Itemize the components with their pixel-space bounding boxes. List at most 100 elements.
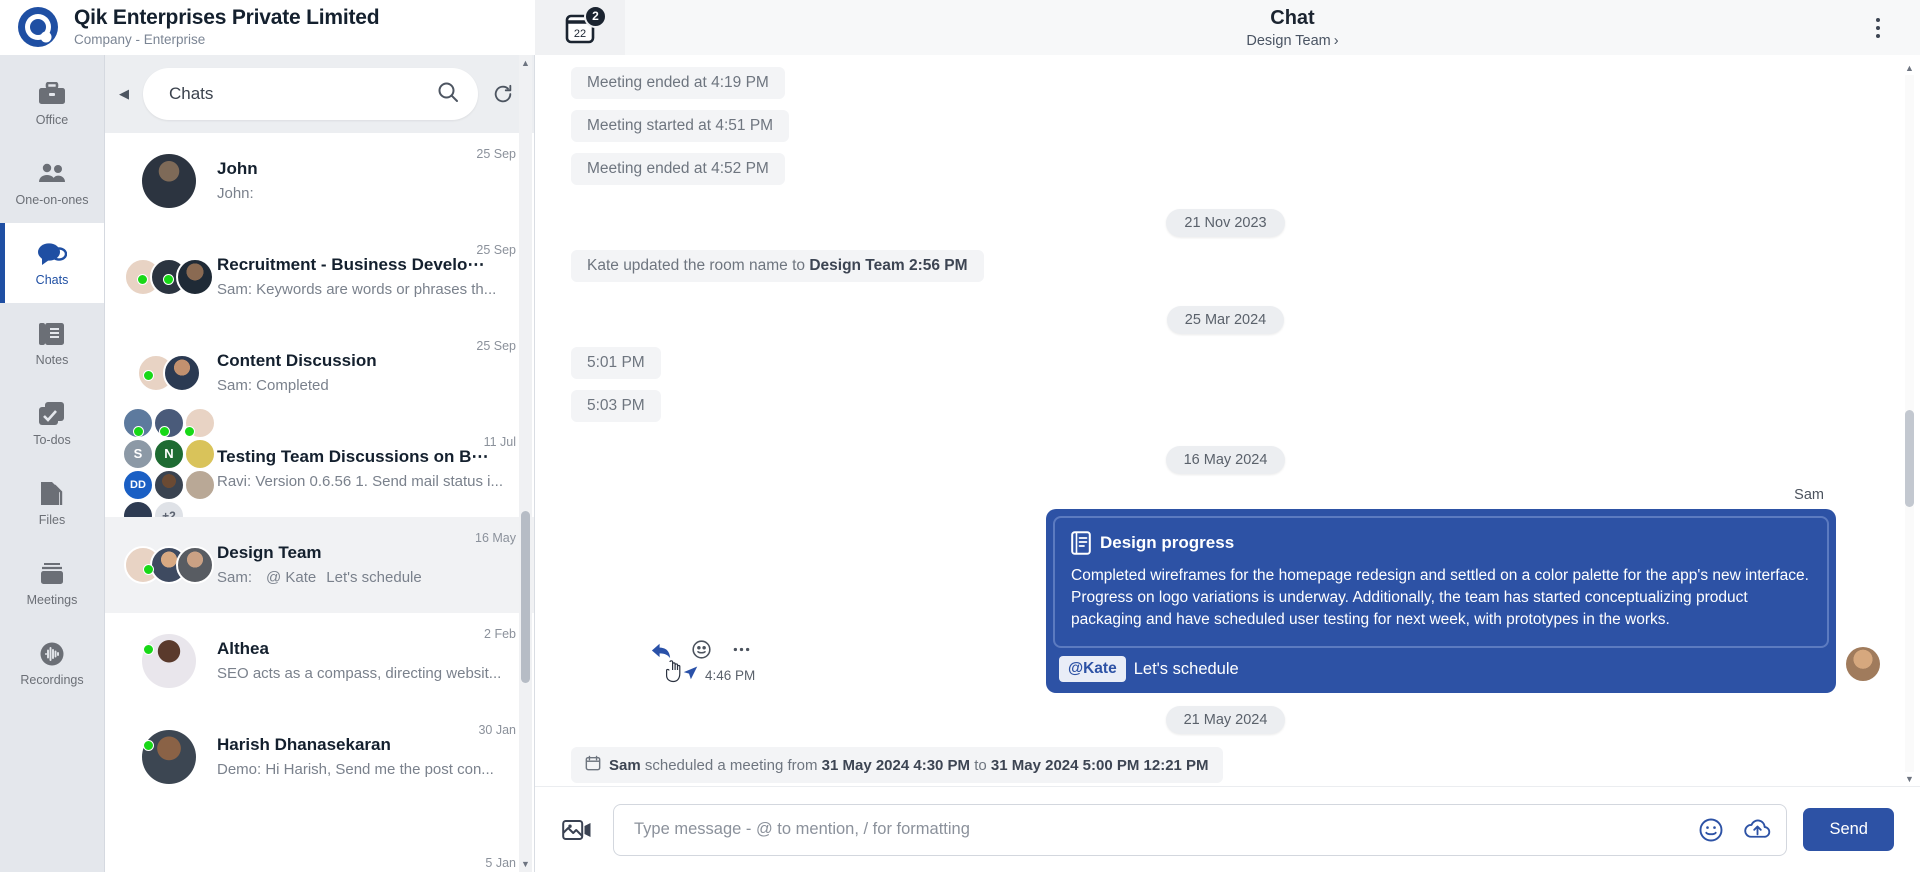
list-item-preview: John: <box>217 184 514 204</box>
reply-line: @Kate Let's schedule <box>1053 648 1829 686</box>
preview-text: Let's schedule <box>326 569 421 586</box>
sidebar-item-label: One-on-ones <box>16 193 89 207</box>
navigation-rail: Office One-on-ones <box>0 55 105 872</box>
list-item-preview: Sam: Completed <box>217 376 514 396</box>
message-bubble[interactable]: Design progress Completed wireframes for… <box>1046 509 1836 693</box>
scrollbar-track[interactable] <box>1905 75 1914 772</box>
emoji-icon[interactable] <box>689 637 713 661</box>
list-item-date: 2 Feb <box>484 627 516 641</box>
list-item-design-team[interactable]: 16 May Design Team Sam: @ Kate Let's sched… <box>105 517 534 613</box>
list-item-date: 11 Jul <box>484 435 516 449</box>
cloud-upload-icon[interactable] <box>1742 815 1772 845</box>
refresh-button[interactable] <box>486 83 520 105</box>
sidebar-item-chats[interactable]: Chats <box>0 223 104 303</box>
chat-list-scrollbar[interactable]: ▲ ▼ <box>519 55 532 872</box>
company-plan: Company - Enterprise <box>74 31 379 49</box>
sent-icon <box>683 665 698 685</box>
list-item[interactable]: 25 Sep Recruitment - Business Develo⋯ Sa… <box>105 229 534 325</box>
meeting-start: 31 May 2024 4:30 PM <box>822 757 970 774</box>
sidebar-item-recordings[interactable]: Recordings <box>0 623 104 703</box>
chat-list[interactable]: 25 Sep John John: 25 Sep <box>105 133 534 872</box>
system-message-room-rename: Kate updated the room name to Design Tea… <box>571 250 984 282</box>
search-icon[interactable] <box>436 80 460 109</box>
scroll-up-icon[interactable]: ▲ <box>1905 61 1914 75</box>
meeting-text-1: scheduled a meeting from <box>641 757 822 774</box>
reply-icon[interactable] <box>649 637 673 661</box>
sidebar-item-todos[interactable]: To-dos <box>0 383 104 463</box>
scroll-down-icon[interactable]: ▼ <box>521 856 530 872</box>
search-input[interactable] <box>169 84 436 104</box>
online-status-dot <box>143 740 154 751</box>
calendar-button[interactable]: 22 2 <box>535 0 625 55</box>
list-item-preview: Demo: Hi Harish, Send me the post con... <box>217 760 514 780</box>
checkbox-icon <box>37 400 67 428</box>
sidebar-item-label: Notes <box>36 353 69 367</box>
sidebar-item-notes[interactable]: Notes <box>0 303 104 383</box>
avatar <box>121 730 217 784</box>
app-root: Qik Enterprises Private Limited Company … <box>0 0 1920 872</box>
calendar-badge: 2 <box>584 5 607 28</box>
more-icon[interactable] <box>729 637 753 661</box>
time-chip: 5:03 PM <box>571 390 661 422</box>
svg-text:22: 22 <box>574 28 586 40</box>
send-button[interactable]: Send <box>1803 808 1894 851</box>
sidebar-item-files[interactable]: Files <box>0 463 104 543</box>
list-item-date: 16 May <box>475 531 516 545</box>
room-name-label: Design Team <box>1246 33 1330 49</box>
media-gallery-icon[interactable] <box>557 810 597 850</box>
scroll-up-icon[interactable]: ▲ <box>521 55 530 71</box>
system-message-scheduled-meeting: Sam scheduled a meeting from 31 May 2024… <box>571 747 1223 783</box>
date-separator: 16 May 2024 <box>571 446 1880 474</box>
preview-sender: Sam: <box>217 569 252 586</box>
preview-mention: @ Kate <box>266 569 316 586</box>
list-item-date: 25 Sep <box>476 243 516 257</box>
page-title: Chat <box>665 6 1920 30</box>
more-options-button[interactable] <box>1864 11 1892 45</box>
brand-block: Qik Enterprises Private Limited Company … <box>0 0 535 55</box>
list-item-title: Althea <box>217 638 514 660</box>
conversation-header: Chat Design Team› <box>625 0 1920 55</box>
mention-chip[interactable]: @Kate <box>1059 656 1126 682</box>
note-body: Completed wireframes for the homepage re… <box>1071 565 1811 631</box>
list-item-preview: Sam: @ Kate Let's schedule <box>217 568 514 588</box>
chat-bubble-icon <box>37 240 67 268</box>
list-item-preview: Ravi: Version 0.6.56 1. Send mail status… <box>217 472 514 492</box>
message-input-bar[interactable] <box>613 804 1787 856</box>
avatar-initials: DD <box>123 470 153 500</box>
list-item-preview: SEO acts as a compass, directing websit.… <box>217 664 514 684</box>
kebab-dot-icon <box>1876 18 1880 22</box>
scroll-down-icon[interactable]: ▼ <box>1905 772 1914 786</box>
scrollbar-thumb[interactable] <box>521 511 530 684</box>
online-status-dot <box>163 274 174 285</box>
briefcase-icon <box>37 80 67 108</box>
avatar-group <box>121 258 217 296</box>
conversation-scrollbar[interactable]: ▲ ▼ <box>1903 61 1916 786</box>
emoji-icon[interactable] <box>1696 815 1726 845</box>
list-item[interactable]: 11 Jul S N DD <box>105 421 534 517</box>
list-item[interactable]: 2 Feb Althea SEO acts as a compass, dire… <box>105 613 534 709</box>
message-action-toolbar[interactable] <box>649 637 753 661</box>
rename-prefix: Kate updated the room name to <box>587 257 809 274</box>
conversation-panel: Meeting ended at 4:19 PM Meeting started… <box>535 55 1920 872</box>
list-item[interactable]: 30 Jan Harish Dhanasekaran Demo: Hi Hari… <box>105 709 534 805</box>
sidebar-item-one-on-ones[interactable]: One-on-ones <box>0 143 104 223</box>
system-message: Meeting ended at 4:52 PM <box>571 153 785 185</box>
room-name-link[interactable]: Design Team› <box>665 33 1920 49</box>
message-input[interactable] <box>634 820 1680 839</box>
date-separator-label: 21 May 2024 <box>1166 706 1286 734</box>
reply-text: Let's schedule <box>1134 660 1239 679</box>
system-message: Meeting started at 4:51 PM <box>571 110 789 142</box>
list-item[interactable]: 25 Sep John John: <box>105 133 534 229</box>
scrollbar-track[interactable] <box>521 71 530 856</box>
sidebar-item-meetings[interactable]: Meetings <box>0 543 104 623</box>
search-box[interactable] <box>143 68 478 120</box>
avatar-image <box>176 546 214 584</box>
note-card[interactable]: Design progress Completed wireframes for… <box>1053 516 1829 648</box>
calendar-small-icon <box>585 755 601 775</box>
sidebar-item-office[interactable]: Office <box>0 63 104 143</box>
people-icon <box>37 160 67 188</box>
collapse-panel-button[interactable]: ◀ <box>113 86 135 102</box>
avatar-initials: N <box>154 439 184 469</box>
list-item-title: Design Team <box>217 542 514 564</box>
scrollbar-thumb[interactable] <box>1905 410 1914 508</box>
